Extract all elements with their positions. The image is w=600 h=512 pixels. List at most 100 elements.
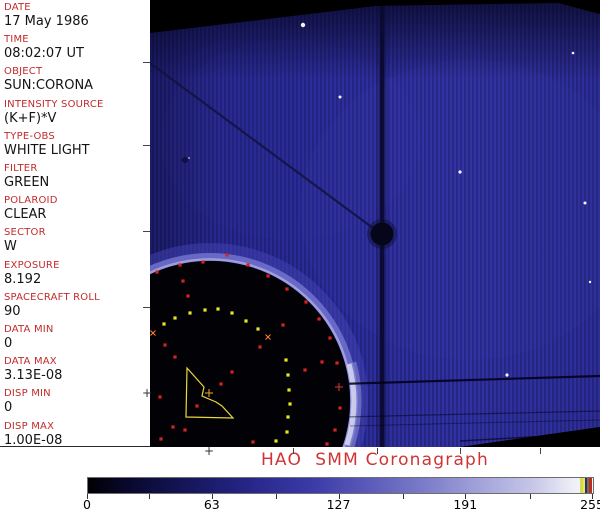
field-label: EXPOSURE (4, 259, 60, 271)
field-value: 8.192 (4, 271, 42, 287)
red-fiducial-dot (219, 382, 223, 386)
exposure-plate (150, 3, 600, 447)
white-speck (571, 51, 575, 55)
red-fiducial-dot (163, 343, 167, 347)
yellow-fiducial-dot (286, 373, 290, 377)
field-label: DATA MIN (4, 324, 54, 335)
field-label: DATE (4, 2, 31, 13)
red-fiducial-dot (158, 395, 162, 399)
yellow-fiducial-dot (288, 402, 292, 406)
white-speck (505, 373, 509, 377)
field-value: WHITE LIGHT (4, 142, 90, 158)
field-label: TYPE-OBS (4, 130, 55, 142)
coronagraph-image-panel (150, 0, 600, 447)
image-title: HAO SMM Coronagraph (260, 450, 490, 470)
field-value: (K+F)*V (4, 110, 57, 126)
yellow-fiducial-dot (216, 307, 220, 311)
yellow-fiducial-dot (285, 430, 289, 434)
metadata-field-data-min: DATA MIN 0 (4, 324, 148, 352)
colorbar-tick-label: 0 (83, 497, 91, 512)
red-fiducial-dot (285, 287, 289, 291)
metadata-field-type-obs: TYPE-OBS WHITE LIGHT (4, 131, 148, 159)
field-value: W (4, 239, 17, 255)
metadata-field-time: TIME 08:02:07 UT (4, 34, 148, 62)
metadata-field-spacecraft-roll: SPACECRAFT ROLL 90 (4, 292, 148, 320)
red-fiducial-dot (251, 440, 255, 444)
field-value: SUN:CORONA (4, 78, 94, 94)
colorbar-tick (529, 494, 531, 499)
metadata-field-intensity-source: INTENSITY SOURCE (K+F)*V (4, 99, 148, 127)
red-fiducial-dot (155, 270, 159, 274)
yellow-fiducial-dot (284, 358, 288, 362)
field-value: 08:02:07 UT (4, 46, 84, 62)
yellow-fiducial-dot (230, 311, 234, 315)
coronagraph-viewer-window: DATE 17 May 1986 TIME 08:02:07 UT OBJECT SUN:… (0, 0, 600, 512)
red-fiducial-dot (183, 428, 187, 432)
field-label: DISP MIN (4, 388, 51, 400)
yellow-fiducial-dot (162, 322, 166, 326)
red-fiducial-dot (266, 274, 270, 278)
metadata-field-exposure: EXPOSURE 8.192 (4, 260, 148, 288)
field-label: FILTER (4, 163, 38, 174)
red-fiducial-dot (317, 317, 321, 321)
yellow-fiducial-dot (274, 439, 278, 443)
yellow-fiducial-dot (188, 311, 192, 315)
bottom-axis-tick (293, 448, 294, 454)
metadata-field-disp-min: DISP MIN 0 (4, 388, 148, 416)
coronagraph-image (150, 0, 600, 447)
left-axis-tick (143, 231, 150, 232)
field-label: OBJECT (4, 66, 43, 78)
metadata-field-date: DATE 17 May 1986 (4, 2, 148, 30)
colorbar-tick-label: 255 (580, 497, 600, 512)
yellow-fiducial-dot (287, 388, 291, 392)
metadata-field-object: OBJECT SUN:CORONA (4, 66, 148, 94)
field-value: 0 (4, 400, 13, 416)
red-fiducial-dot (333, 428, 337, 432)
bottom-axis-tick (377, 448, 378, 454)
red-fiducial-dot (258, 345, 262, 349)
red-fiducial-dot (320, 360, 324, 364)
yellow-fiducial-dot (203, 308, 207, 312)
red-fiducial-dot (304, 300, 308, 304)
red-fiducial-dot (303, 368, 307, 372)
red-fiducial-dot (230, 370, 234, 374)
yellow-fiducial-dot (256, 327, 260, 331)
metadata-field-disp-max: DISP MAX 1.00E-08 (4, 421, 148, 449)
field-label: SPACECRAFT ROLL (4, 291, 100, 303)
red-fiducial-dot (201, 260, 205, 264)
yellow-fiducial-dot (244, 319, 248, 323)
colorbar-tick-label: 191 (453, 497, 478, 512)
left-axis-plus: + (142, 386, 153, 400)
bottom-axis-tick (540, 448, 541, 454)
sidebar-bottom-rule (0, 446, 151, 447)
white-speck (338, 95, 342, 99)
dark-speck (182, 157, 188, 163)
red-fiducial-dot (335, 361, 339, 365)
field-value: 0 (4, 336, 13, 351)
white-speck (458, 170, 462, 174)
bottom-axis-plus: + (204, 444, 215, 458)
red-fiducial-dot (186, 294, 190, 298)
left-axis-tick (143, 62, 150, 63)
field-label: POLAROID (4, 195, 58, 207)
field-value: 17 May 1986 (4, 14, 89, 29)
bright-pixel (188, 157, 190, 159)
red-fiducial-dot (195, 404, 199, 408)
metadata-field-polaroid: POLAROID CLEAR (4, 195, 148, 223)
colorbar-tick-label: 127 (326, 497, 351, 512)
left-axis-tick (143, 145, 150, 146)
colorbar-tick (149, 494, 151, 499)
field-label: SECTOR (4, 227, 46, 239)
field-value: CLEAR (4, 207, 47, 223)
red-fiducial-dot (325, 442, 329, 446)
metadata-field-data-max: DATA MAX 3.13E-08 (4, 356, 148, 384)
left-axis-tick (143, 307, 150, 308)
red-fiducial-dot (246, 263, 250, 267)
colorbar-tick-label: 63 (203, 497, 220, 512)
red-fiducial-dot (173, 355, 177, 359)
occulter-ball (370, 222, 394, 246)
colorbar-tick (276, 494, 278, 499)
metadata-field-sector: SECTOR W (4, 227, 148, 255)
red-fiducial-dot (178, 263, 182, 267)
field-label: TIME (4, 34, 29, 46)
